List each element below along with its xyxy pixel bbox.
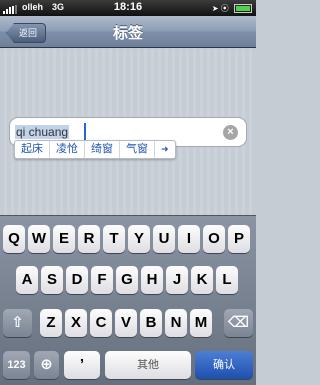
- key-h[interactable]: H: [141, 266, 163, 294]
- candidate-word[interactable]: 绮窗: [85, 141, 120, 158]
- candidate-word[interactable]: 凌怆: [50, 141, 85, 158]
- text-cursor: [84, 123, 86, 141]
- key-r[interactable]: R: [78, 225, 100, 253]
- key-m[interactable]: M: [190, 309, 212, 337]
- candidate-bar: 起床 凌怆 绮窗 气窗 ➜: [14, 140, 176, 159]
- apostrophe-key[interactable]: ’: [64, 351, 100, 379]
- key-z[interactable]: Z: [40, 309, 62, 337]
- more-candidates-icon[interactable]: ➜: [155, 141, 175, 158]
- space-key[interactable]: 其他: [105, 351, 191, 379]
- page-title: 标签: [112, 25, 143, 42]
- key-w[interactable]: W: [28, 225, 50, 253]
- key-q[interactable]: Q: [3, 225, 25, 253]
- numbers-key[interactable]: 123: [3, 351, 30, 379]
- key-l[interactable]: L: [216, 266, 238, 294]
- location-and-lock-icon: ➤ ⦿: [211, 4, 229, 13]
- key-i[interactable]: I: [178, 225, 200, 253]
- navigation-bar: 返回 标签: [0, 16, 256, 48]
- status-indicators: ➤ ⦿: [212, 3, 252, 14]
- candidate-word[interactable]: 起床: [15, 141, 50, 158]
- key-f[interactable]: F: [91, 266, 113, 294]
- globe-icon[interactable]: ⊕: [34, 351, 59, 379]
- candidate-word[interactable]: 气窗: [120, 141, 155, 158]
- key-v[interactable]: V: [115, 309, 137, 337]
- key-j[interactable]: J: [166, 266, 188, 294]
- key-o[interactable]: O: [203, 225, 225, 253]
- key-g[interactable]: G: [116, 266, 138, 294]
- battery-icon: [234, 4, 252, 14]
- keyboard: Q W E R T Y U I O P A S D F G H J K L ⇧ …: [0, 215, 256, 385]
- key-c[interactable]: C: [90, 309, 112, 337]
- delete-key[interactable]: ⌫: [224, 309, 253, 337]
- confirm-key[interactable]: 确认: [195, 351, 253, 379]
- key-u[interactable]: U: [153, 225, 175, 253]
- key-e[interactable]: E: [53, 225, 75, 253]
- key-x[interactable]: X: [65, 309, 87, 337]
- shift-key[interactable]: ⇧: [3, 309, 32, 337]
- key-k[interactable]: K: [191, 266, 213, 294]
- key-d[interactable]: D: [66, 266, 88, 294]
- key-b[interactable]: B: [140, 309, 162, 337]
- content-area: qi chuang × 起床 凌怆 绮窗 气窗 ➜: [0, 49, 256, 215]
- key-n[interactable]: N: [165, 309, 187, 337]
- clear-icon[interactable]: ×: [223, 125, 238, 140]
- key-a[interactable]: A: [16, 266, 38, 294]
- key-p[interactable]: P: [228, 225, 250, 253]
- status-bar: olleh 3G 18:16 ➤ ⦿: [0, 0, 256, 16]
- key-y[interactable]: Y: [128, 225, 150, 253]
- key-t[interactable]: T: [103, 225, 125, 253]
- input-text: qi chuang: [15, 125, 70, 139]
- key-s[interactable]: S: [41, 266, 63, 294]
